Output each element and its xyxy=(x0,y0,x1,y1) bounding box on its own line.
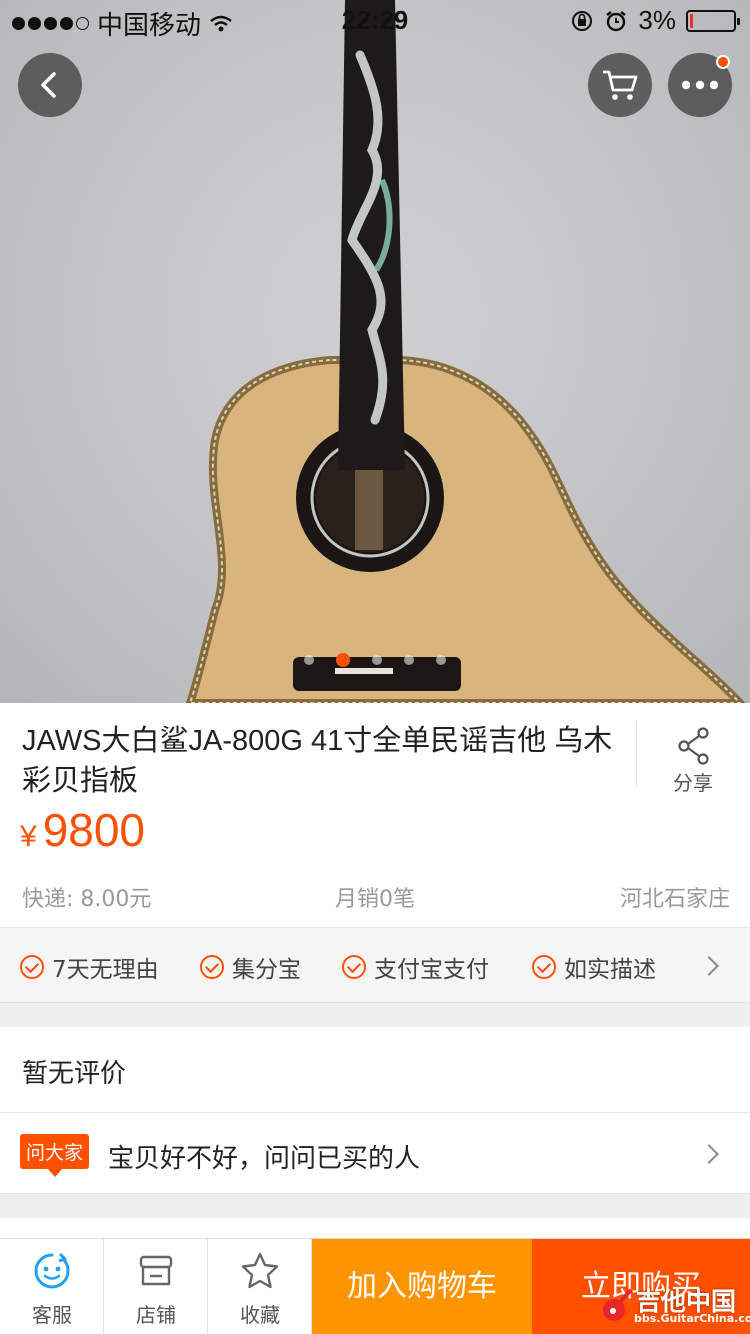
pager-dot[interactable] xyxy=(404,655,414,665)
alarm-icon xyxy=(606,10,627,31)
ask-section[interactable]: 问大家 宝贝好不好，问问已买的人 xyxy=(0,1114,750,1194)
section-divider xyxy=(0,1003,750,1027)
shop-label: 店铺 xyxy=(136,1303,176,1327)
guarantee-item: 7天无理由 xyxy=(20,950,159,984)
battery-icon xyxy=(686,9,740,32)
guarantee-item: 集分宝 xyxy=(200,950,301,984)
section-divider xyxy=(0,1194,750,1218)
rotation-lock-icon xyxy=(572,10,593,31)
more-dots-icon xyxy=(681,80,719,90)
service-guarantees[interactable]: 7天无理由 集分宝 支付宝支付 如实描述 xyxy=(0,927,750,1003)
customer-service-icon xyxy=(34,1252,70,1289)
location: 河北石家庄 xyxy=(619,887,730,912)
chevron-right-icon xyxy=(699,956,719,976)
guarantee-label: 集分宝 xyxy=(232,957,301,983)
shop-icon xyxy=(139,1255,173,1286)
customer-service-label: 客服 xyxy=(32,1303,72,1327)
pager-dot[interactable] xyxy=(372,655,382,665)
share-label[interactable]: 分享 xyxy=(636,767,750,796)
price: ¥9800 xyxy=(20,803,145,857)
check-circle-icon xyxy=(532,955,556,979)
favorite-tab[interactable]: 收藏 xyxy=(208,1239,312,1334)
customer-service-tab[interactable]: 客服 xyxy=(0,1239,104,1334)
battery-percent: 3% xyxy=(638,5,676,35)
star-icon xyxy=(241,1252,279,1289)
watermark-url: bbs.GuitarChina.com xyxy=(634,1312,750,1325)
carousel-pager xyxy=(0,653,750,667)
ask-tag: 问大家 xyxy=(20,1134,90,1177)
pager-dot-active[interactable] xyxy=(336,653,350,667)
price-value: 9800 xyxy=(42,804,146,856)
notification-dot xyxy=(716,55,730,69)
guarantee-label: 如实描述 xyxy=(564,957,656,983)
product-info: JAWS大白鲨JA-800G 41寸全单民谣吉他 乌木彩贝指板 分享 ¥9800… xyxy=(0,703,750,923)
favorite-label: 收藏 xyxy=(240,1303,280,1327)
check-circle-icon xyxy=(342,955,366,979)
share-icon xyxy=(677,727,709,765)
product-image-carousel[interactable]: 中国移动 22:29 3% xyxy=(0,0,750,703)
guarantee-item: 支付宝支付 xyxy=(342,950,489,984)
pager-dot[interactable] xyxy=(304,655,314,665)
more-options-button[interactable] xyxy=(668,53,732,117)
product-title: JAWS大白鲨JA-800G 41寸全单民谣吉他 乌木彩贝指板 xyxy=(22,725,613,797)
add-to-cart-button[interactable]: 加入购物车 xyxy=(312,1239,532,1334)
guarantee-label: 7天无理由 xyxy=(52,957,159,983)
watermark: 吉他中国 bbs.GuitarChina.com xyxy=(598,1282,750,1332)
guitar-logo-icon xyxy=(603,1288,633,1321)
guarantee-label: 支付宝支付 xyxy=(374,957,489,983)
chevron-right-icon xyxy=(699,1144,719,1164)
pager-dot[interactable] xyxy=(436,655,446,665)
back-button[interactable] xyxy=(18,53,82,117)
ask-prompt: 宝贝好不好，问问已买的人 xyxy=(108,1144,421,1174)
guarantee-item: 如实描述 xyxy=(532,950,656,984)
shopping-cart-icon xyxy=(603,70,638,100)
next-section-edge xyxy=(0,1218,750,1238)
shop-tab[interactable]: 店铺 xyxy=(104,1239,208,1334)
reviews-label: 暂无评价 xyxy=(22,1059,127,1089)
reviews-section[interactable]: 暂无评价 xyxy=(0,1027,750,1113)
status-bar: 中国移动 22:29 3% xyxy=(0,0,750,40)
check-circle-icon xyxy=(200,955,224,979)
currency-symbol: ¥ xyxy=(20,820,37,853)
chevron-left-icon xyxy=(41,72,56,98)
cart-button[interactable] xyxy=(588,53,652,117)
check-circle-icon xyxy=(20,955,44,979)
